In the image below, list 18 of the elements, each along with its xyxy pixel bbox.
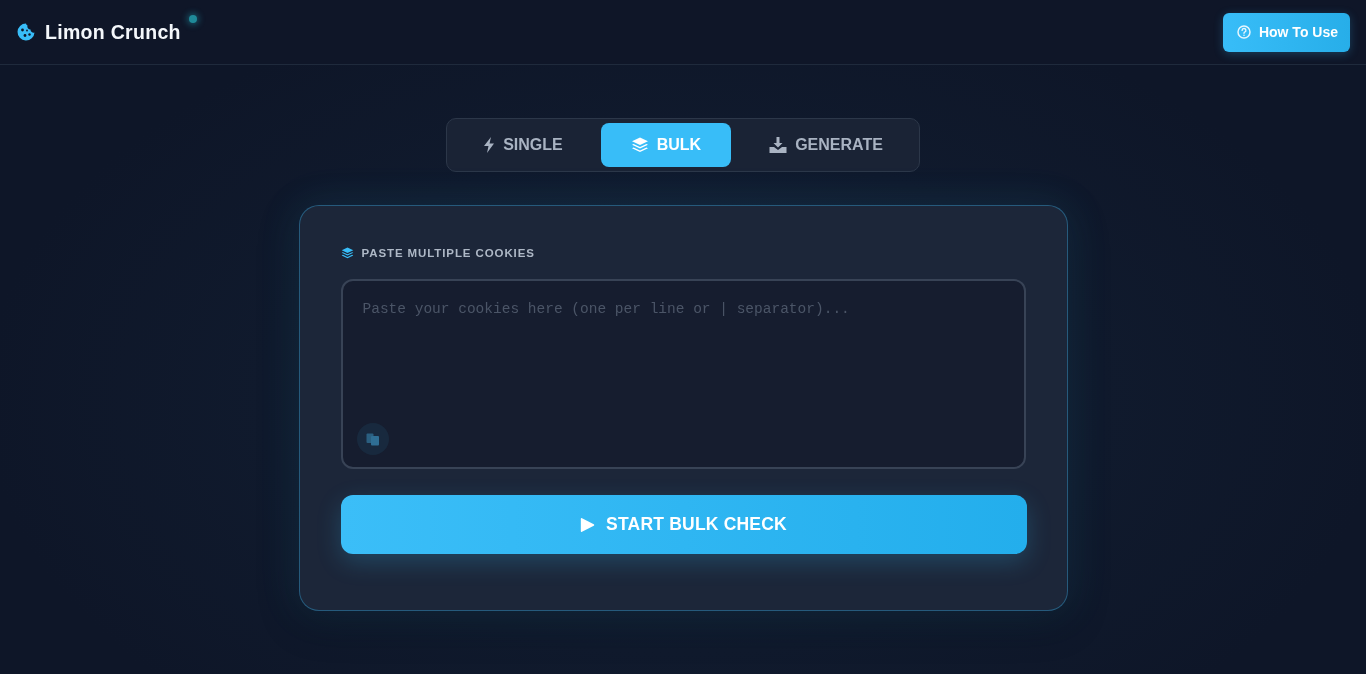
- layers-icon: [340, 247, 354, 259]
- copy-icon: [365, 432, 380, 446]
- field-label: PASTE MULTIPLE COOKIES: [361, 247, 535, 259]
- cookie-icon: [17, 23, 35, 41]
- app-title: Limon Crunch: [45, 20, 181, 44]
- mode-tab[interactable]: GENERATE: [739, 123, 913, 167]
- how-to-use-button[interactable]: How To Use: [1222, 12, 1350, 52]
- play-icon: [580, 516, 596, 533]
- lightning-bolt-icon: [483, 137, 496, 153]
- start-bulk-check-button[interactable]: START BULK CHECK: [340, 495, 1027, 554]
- layers-icon: [630, 137, 649, 153]
- mode-tab[interactable]: SINGLE: [453, 123, 593, 167]
- question-circle-icon: [1236, 25, 1251, 39]
- mode-tab[interactable]: BULK: [600, 123, 732, 167]
- cookies-input-field[interactable]: Paste your cookies here (one per line or | separator)...: [340, 279, 1026, 469]
- glow-dot-icon: [189, 14, 197, 23]
- paste-button[interactable]: [356, 423, 389, 455]
- download-icon: [769, 137, 788, 153]
